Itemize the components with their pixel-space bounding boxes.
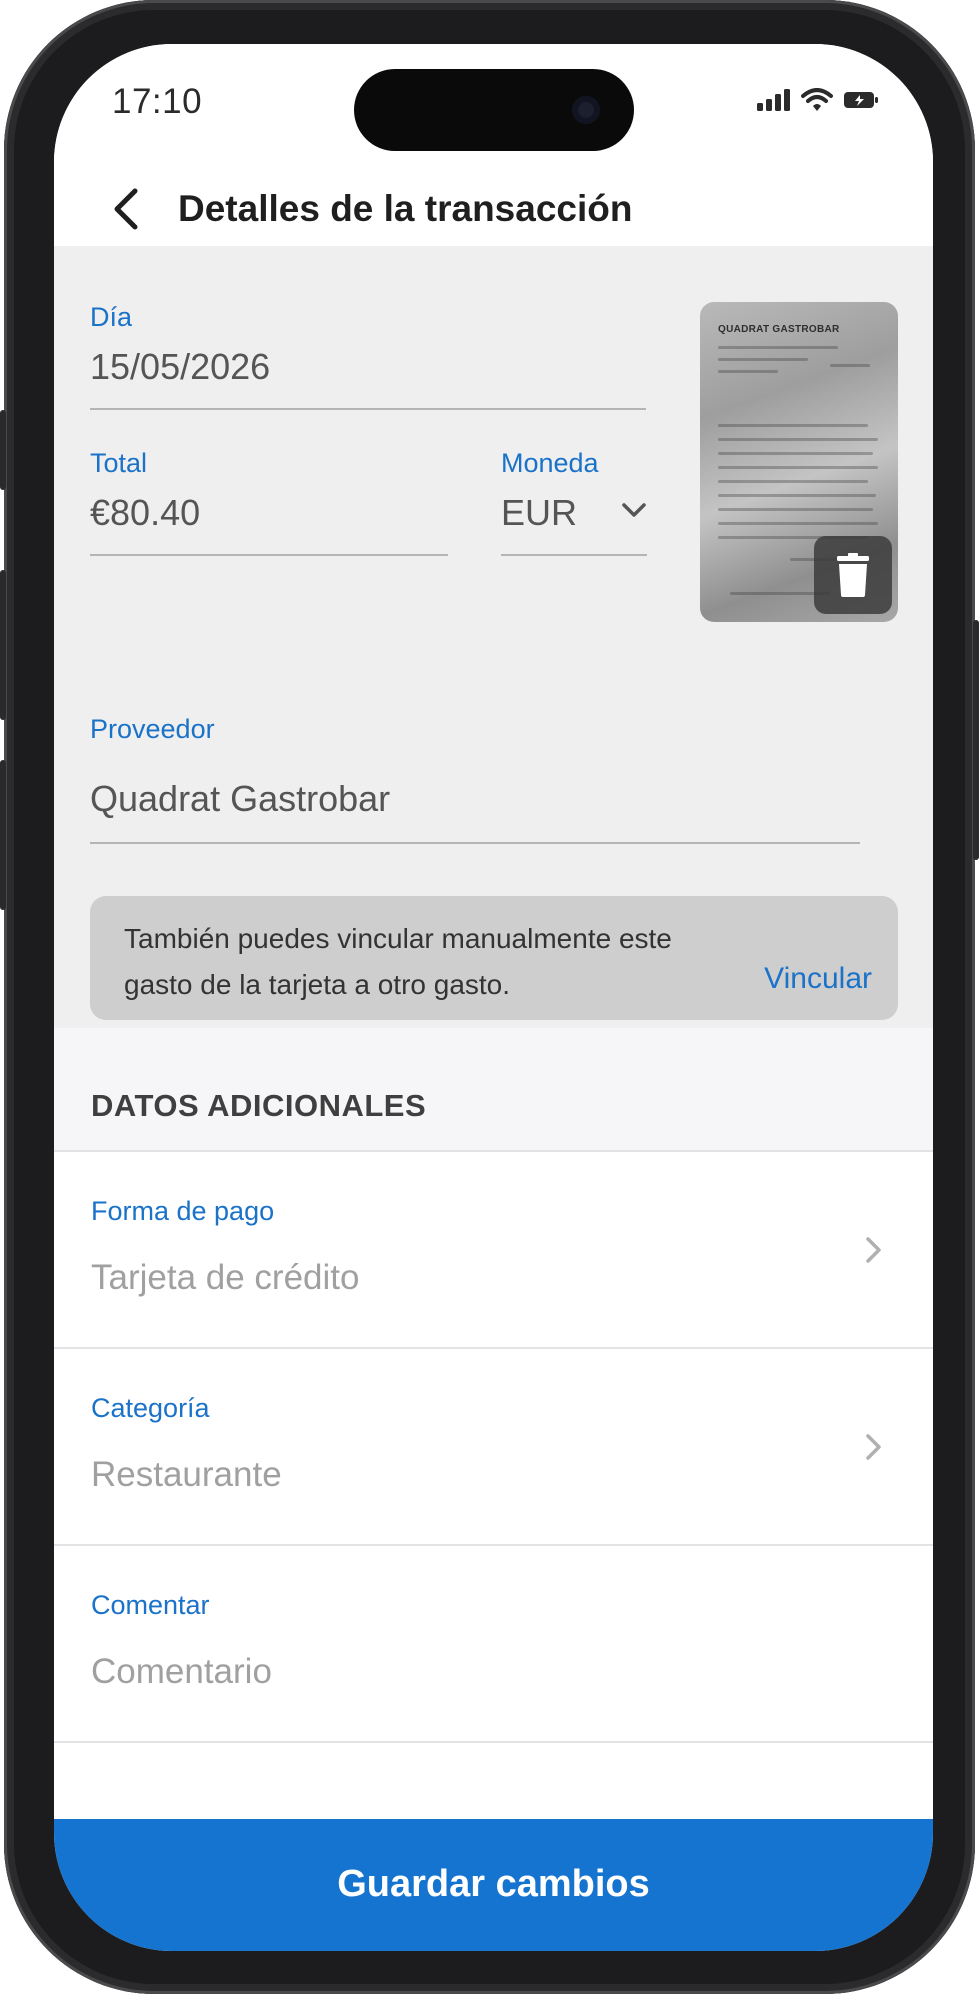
save-changes-label: Guardar cambios: [337, 1862, 650, 1905]
volume-up-button: [0, 570, 6, 720]
day-field[interactable]: 15/05/2026: [90, 346, 270, 388]
category-value: Restaurante: [91, 1455, 282, 1494]
category-row[interactable]: Categoría Restaurante: [54, 1349, 933, 1546]
day-label: Día: [90, 302, 133, 332]
receipt-header-text: QUADRAT GASTROBAR: [718, 324, 840, 335]
chevron-down-icon: [622, 503, 646, 517]
action-button: [0, 410, 6, 490]
dynamic-island: [354, 69, 634, 151]
comment-label: Comentar: [91, 1590, 210, 1620]
total-underline: [90, 554, 448, 556]
link-info-text: También puedes vincular manualmente este…: [124, 923, 672, 1000]
payment-method-value: Tarjeta de crédito: [91, 1258, 360, 1297]
additional-data-header: DATOS ADICIONALES: [54, 1028, 933, 1152]
total-field[interactable]: €80.40: [90, 492, 200, 534]
phone-frame: 17:10 Detalles de la transacción Día 15/…: [0, 0, 979, 1994]
provider-field[interactable]: Quadrat Gastrobar: [90, 778, 390, 820]
back-icon: [114, 188, 138, 230]
link-button[interactable]: Vincular: [764, 962, 872, 996]
transaction-form: Día 15/05/2026 Total €80.40 Moneda EUR Q…: [54, 246, 933, 1028]
back-button[interactable]: [98, 182, 152, 236]
screen: 17:10 Detalles de la transacción Día 15/…: [54, 44, 933, 1951]
currency-label: Moneda: [501, 448, 599, 478]
comment-field[interactable]: Comentario: [91, 1652, 272, 1692]
header: Detalles de la transacción: [54, 174, 933, 246]
section-title: DATOS ADICIONALES: [91, 1088, 427, 1123]
volume-down-button: [0, 760, 6, 910]
trash-icon: [837, 553, 869, 597]
chevron-right-icon: [866, 1237, 881, 1263]
power-button: [973, 620, 979, 860]
signal-icon: [757, 89, 790, 111]
receipt-thumbnail[interactable]: QUADRAT GASTROBAR: [700, 302, 898, 622]
comment-row[interactable]: Comentar Comentario: [54, 1546, 933, 1743]
category-label: Categoría: [91, 1393, 210, 1423]
provider-label: Proveedor: [90, 714, 215, 744]
status-bar: 17:10: [54, 44, 933, 174]
battery-icon: [844, 92, 878, 108]
wifi-icon: [801, 88, 833, 111]
page-title: Detalles de la transacción: [178, 188, 633, 229]
total-label: Total: [90, 448, 148, 478]
chevron-right-icon: [866, 1434, 881, 1460]
provider-underline: [90, 842, 860, 844]
delete-receipt-button[interactable]: [814, 536, 892, 614]
save-changes-button[interactable]: Guardar cambios: [54, 1819, 933, 1951]
camera-icon: [572, 96, 600, 124]
day-underline: [90, 408, 646, 410]
payment-method-label: Forma de pago: [91, 1196, 275, 1226]
currency-value: EUR: [501, 492, 578, 533]
currency-underline: [501, 554, 647, 556]
status-icons: [757, 88, 879, 112]
status-time: 17:10: [112, 82, 203, 121]
payment-method-row[interactable]: Forma de pago Tarjeta de crédito: [54, 1152, 933, 1349]
link-info-box: También puedes vincular manualmente este…: [90, 896, 898, 1020]
currency-select[interactable]: EUR: [501, 492, 647, 542]
